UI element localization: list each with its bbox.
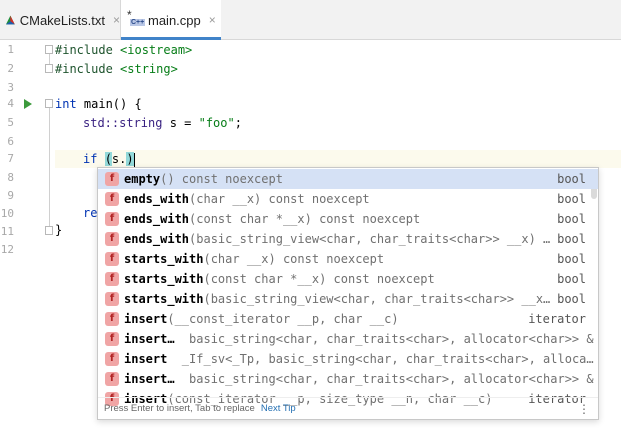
editor-tab-bar: CMakeLists.txt × * C++ main.cpp × <box>0 0 621 40</box>
function-icon: f <box>105 332 119 346</box>
fold-marker[interactable] <box>45 64 53 73</box>
function-icon: f <box>105 172 119 186</box>
line-number: 7 <box>7 152 14 165</box>
line-number: 6 <box>7 135 14 148</box>
completion-item[interactable]: f starts_with(char __x) const noexcept b… <box>98 249 598 269</box>
run-gutter-icon[interactable] <box>24 99 32 109</box>
function-icon: f <box>105 212 119 226</box>
completion-item[interactable]: f insert(__const_iterator __p, char __c)… <box>98 309 598 329</box>
completion-item[interactable]: f empty() const noexcept bool <box>98 169 598 189</box>
function-icon: f <box>105 312 119 326</box>
completion-item[interactable]: f insert… basic_string<char, char_traits… <box>98 329 598 349</box>
function-icon: f <box>105 192 119 206</box>
function-icon: f <box>105 272 119 286</box>
completion-item[interactable]: f insert… basic_string<char, char_traits… <box>98 369 598 389</box>
line-number: 10 <box>0 207 14 220</box>
line-number: 11 <box>0 225 14 238</box>
line-number: 12 <box>0 243 14 256</box>
completion-item[interactable]: f starts_with(const char *__x) const noe… <box>98 269 598 289</box>
function-icon: f <box>105 252 119 266</box>
tab-label: CMakeLists.txt <box>19 12 105 28</box>
line-number: 4 <box>7 97 14 110</box>
line-number: 2 <box>7 62 14 75</box>
completion-item[interactable]: f ends_with(const char *__x) const noexc… <box>98 209 598 229</box>
close-icon[interactable]: × <box>113 13 120 27</box>
completion-item[interactable]: f insert _If_sv<_Tp, basic_string<char, … <box>98 349 598 369</box>
line-number: 8 <box>7 171 14 184</box>
current-line-highlight <box>55 150 621 168</box>
cpp-file-icon: * C++ <box>127 8 146 26</box>
code-line-7[interactable]: if (s.) <box>83 150 135 168</box>
code-line-2: #include <string> <box>55 62 178 76</box>
tab-main-cpp[interactable]: * C++ main.cpp × <box>121 0 221 40</box>
line-number: 1 <box>7 43 14 56</box>
footer-hint: Press Enter to insert, Tab to replace <box>104 403 255 414</box>
line-number: 5 <box>7 116 14 129</box>
function-icon: f <box>105 292 119 306</box>
tab-label: main.cpp <box>148 12 201 28</box>
fold-marker[interactable] <box>45 226 53 235</box>
code-line-5: std::string s = "foo"; <box>83 116 242 130</box>
editor-gutter: 1 2 3 4 5 6 7 8 9 10 11 12 <box>0 41 44 435</box>
fold-guide <box>49 54 50 64</box>
function-icon: f <box>105 352 119 366</box>
tab-cmakelists[interactable]: CMakeLists.txt × <box>0 0 121 40</box>
fold-guide <box>49 108 50 226</box>
code-line-4: int main() { <box>55 97 142 111</box>
next-tip-link[interactable]: Next Tip <box>261 403 296 414</box>
completion-footer: Press Enter to insert, Tab to replace Ne… <box>98 397 598 419</box>
fold-marker[interactable] <box>45 45 53 54</box>
code-completion-popup[interactable]: f empty() const noexcept bool f ends_wit… <box>97 167 599 420</box>
fold-marker[interactable] <box>45 99 53 108</box>
function-icon: f <box>105 232 119 246</box>
completion-item[interactable]: f ends_with(basic_string_view<char, char… <box>98 229 598 249</box>
function-icon: f <box>105 372 119 386</box>
close-icon[interactable]: × <box>209 13 216 27</box>
text-caret <box>133 152 135 167</box>
cmake-icon <box>6 15 15 25</box>
completion-item[interactable]: f starts_with(basic_string_view<char, ch… <box>98 289 598 309</box>
code-line-9: re <box>83 206 98 220</box>
line-number: 9 <box>7 189 14 202</box>
completion-item[interactable]: f ends_with(char __x) const noexcept boo… <box>98 189 598 209</box>
code-line-1: #include <iostream> <box>55 43 193 57</box>
code-line-11: } <box>55 223 63 237</box>
line-number: 3 <box>7 81 14 94</box>
more-options-icon[interactable]: ⋮ <box>578 403 590 415</box>
